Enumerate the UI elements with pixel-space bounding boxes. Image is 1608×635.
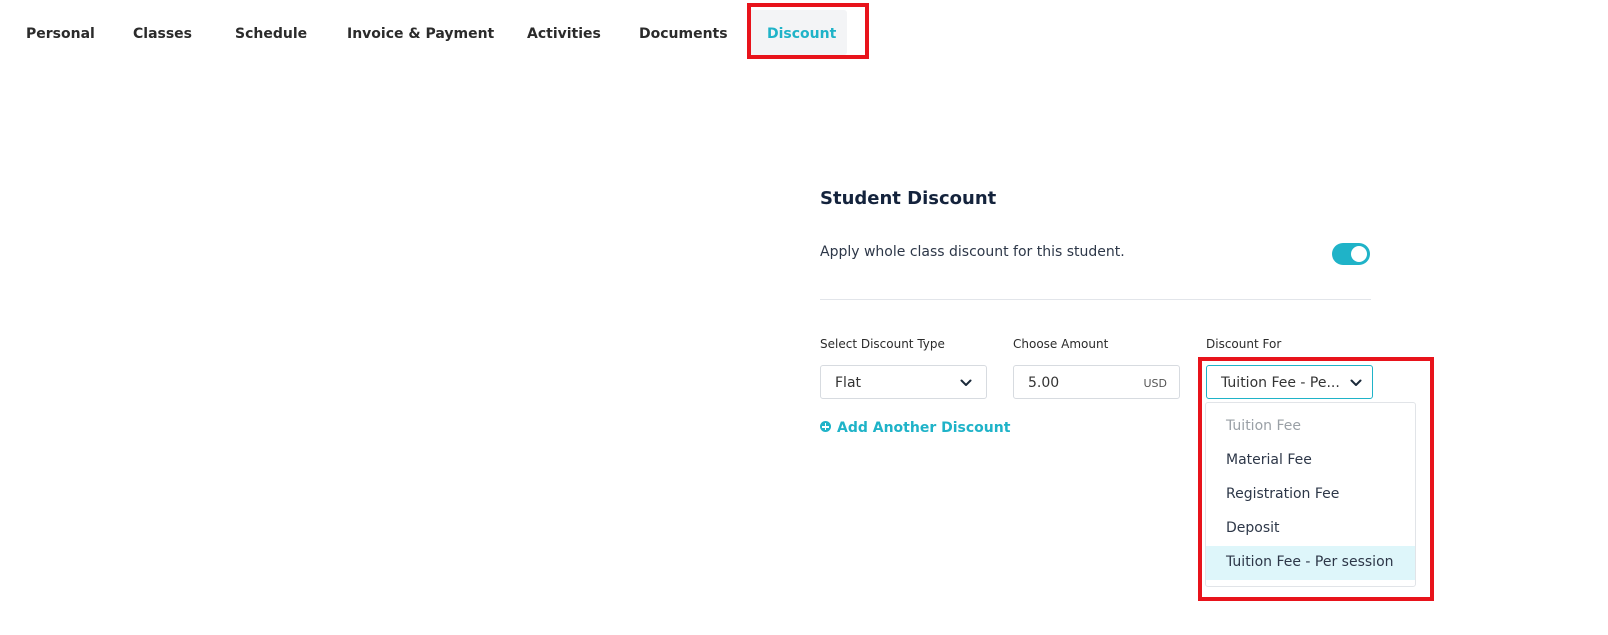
- amount-input[interactable]: 5.00 USD: [1013, 365, 1180, 399]
- tab-activities[interactable]: Activities: [527, 26, 601, 42]
- section-title: Student Discount: [820, 188, 997, 209]
- plus-circle-icon: [820, 421, 831, 432]
- discount-type-select[interactable]: Flat: [820, 365, 987, 399]
- toggle-knob: [1351, 246, 1367, 262]
- tab-bar: Personal Classes Schedule Invoice & Paym…: [0, 0, 1608, 70]
- amount-label: Choose Amount: [1013, 337, 1109, 351]
- tab-personal[interactable]: Personal: [26, 26, 95, 42]
- tab-schedule[interactable]: Schedule: [235, 26, 307, 42]
- chevron-down-icon: [1350, 379, 1362, 386]
- dropdown-option-deposit[interactable]: Deposit: [1206, 512, 1415, 546]
- dropdown-option-registration-fee[interactable]: Registration Fee: [1206, 478, 1415, 512]
- tab-documents[interactable]: Documents: [639, 26, 728, 42]
- apply-discount-label: Apply whole class discount for this stud…: [820, 244, 1125, 260]
- discount-type-value: Flat: [835, 375, 862, 391]
- chevron-down-icon: [960, 379, 972, 386]
- discount-type-label: Select Discount Type: [820, 337, 945, 351]
- apply-discount-toggle[interactable]: [1332, 243, 1370, 265]
- discount-for-dropdown: Tuition Fee Material Fee Registration Fe…: [1205, 402, 1416, 587]
- currency-unit: USD: [1143, 377, 1167, 390]
- tab-invoice-payment[interactable]: Invoice & Payment: [347, 26, 494, 42]
- tab-classes[interactable]: Classes: [133, 26, 192, 42]
- discount-for-select[interactable]: Tuition Fee - Pe...: [1206, 365, 1373, 399]
- add-another-discount-link[interactable]: Add Another Discount: [820, 420, 1010, 436]
- divider: [820, 299, 1371, 300]
- dropdown-option-material-fee[interactable]: Material Fee: [1206, 444, 1415, 478]
- tab-discount[interactable]: Discount: [767, 26, 836, 42]
- add-another-discount-label: Add Another Discount: [837, 420, 1011, 436]
- dropdown-option-tuition-fee: Tuition Fee: [1226, 418, 1301, 434]
- discount-for-value: Tuition Fee - Pe...: [1221, 375, 1340, 391]
- discount-for-label: Discount For: [1206, 337, 1282, 351]
- dropdown-option-tuition-fee-per-session[interactable]: Tuition Fee - Per session: [1206, 546, 1415, 580]
- amount-value: 5.00: [1028, 375, 1060, 391]
